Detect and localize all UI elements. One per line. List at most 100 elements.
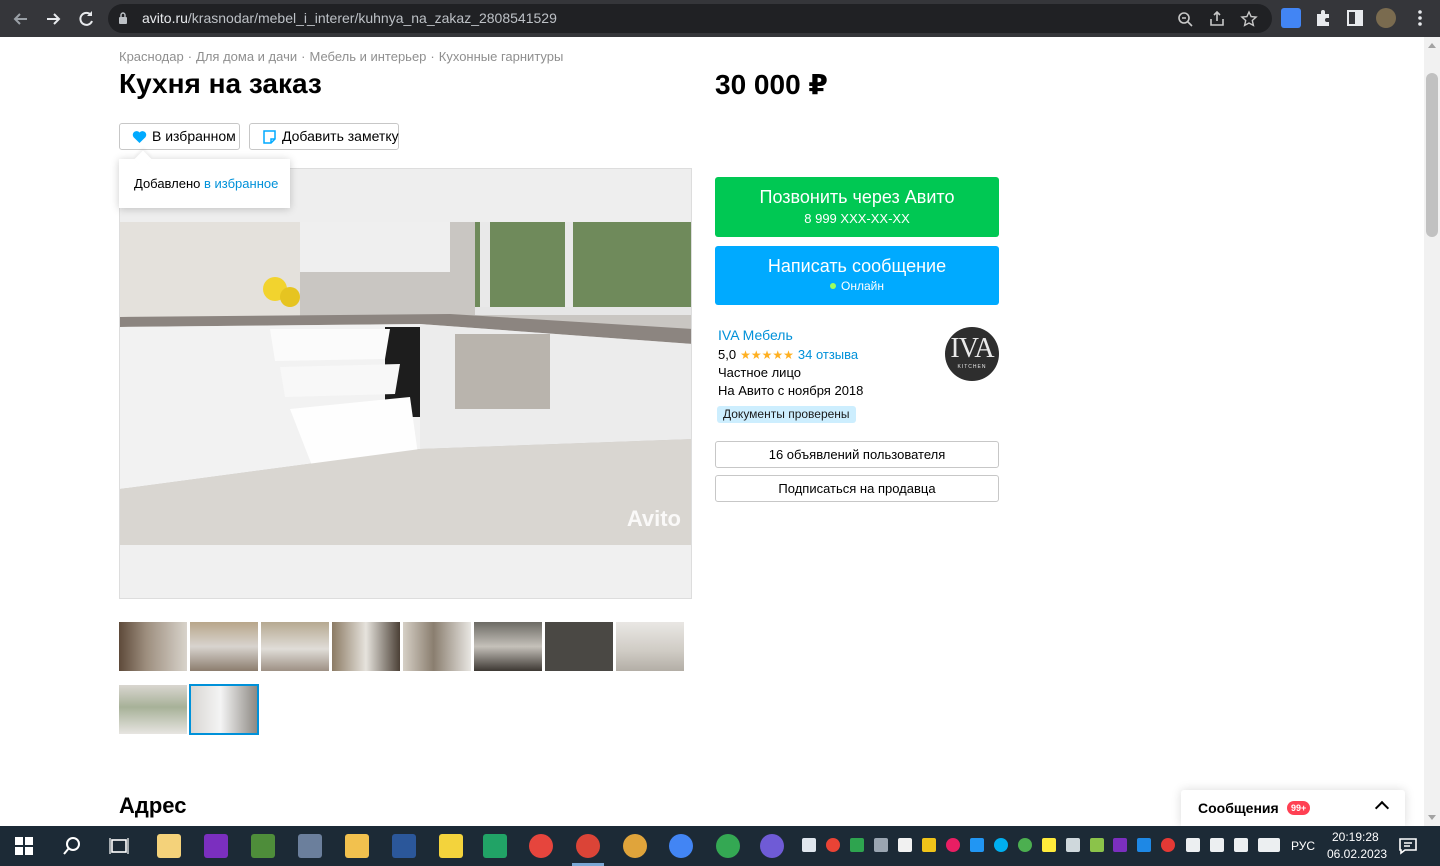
windows-start-icon[interactable] <box>12 834 36 858</box>
app-g-icon[interactable] <box>529 834 553 858</box>
rating-stars-icon: ★★★★★ <box>740 348 794 362</box>
avatar-logo-text: IVA <box>950 333 994 364</box>
seller-listings-button[interactable]: 16 объявлений пользователя <box>715 441 999 468</box>
task-view-icon[interactable] <box>107 834 131 858</box>
chrome-profile-icon[interactable] <box>623 834 647 858</box>
thumbnail[interactable] <box>190 622 258 671</box>
add-note-label: Добавить заметку <box>282 128 399 144</box>
side-panel-icon[interactable] <box>1345 8 1365 28</box>
address-heading: Адрес <box>119 793 187 818</box>
chevron-up-icon[interactable] <box>1374 800 1390 816</box>
monitor-tray-icon[interactable] <box>874 838 888 852</box>
seller-since: На Авито с ноября 2018 <box>718 383 864 398</box>
messenger-widget[interactable]: Сообщения 99+ <box>1181 790 1405 826</box>
message-button[interactable]: Написать сообщение Онлайн <box>715 246 999 305</box>
thumbnail[interactable] <box>616 622 684 671</box>
bookmark-star-icon[interactable] <box>1240 10 1258 28</box>
language-indicator[interactable]: РУС <box>1291 839 1315 853</box>
page-content: Краснодар · Для дома и дачи · Мебель и интер… <box>0 37 1424 826</box>
shield-tray-icon[interactable] <box>850 838 864 852</box>
profile-avatar[interactable] <box>1376 8 1396 28</box>
subscribe-seller-button[interactable]: Подписаться на продавца <box>715 475 999 502</box>
documents-verified-badge: Документы проверены <box>717 406 856 423</box>
main-photo[interactable]: Avito <box>119 168 692 599</box>
clock-date[interactable]: 06.02.2023 <box>1327 847 1387 861</box>
word-app-icon[interactable] <box>392 834 416 858</box>
scroll-up-arrow-icon[interactable] <box>1428 43 1436 48</box>
back-arrow-icon[interactable] <box>8 6 34 32</box>
puzzle-extensions-icon[interactable] <box>1313 8 1333 28</box>
app-tray-icon[interactable] <box>1161 838 1175 852</box>
note-icon <box>263 130 276 144</box>
thumbnail[interactable] <box>332 622 400 671</box>
reviews-link[interactable]: 34 отзыва <box>798 347 858 362</box>
scrollbar[interactable] <box>1424 37 1440 826</box>
favorite-label: В избранном <box>152 128 236 144</box>
chrome-tray-icon[interactable] <box>826 838 840 852</box>
breadcrumb-item[interactable]: Мебель и интерьер <box>309 49 426 64</box>
price: 30 000 ₽ <box>715 69 828 100</box>
notes-tray-icon[interactable] <box>922 838 936 852</box>
sheets-app-icon[interactable] <box>483 834 507 858</box>
forward-arrow-icon[interactable] <box>40 6 66 32</box>
thumbnail[interactable] <box>474 622 542 671</box>
sticky-tray-icon[interactable] <box>1042 838 1056 852</box>
translate-extension-icon[interactable] <box>1281 8 1301 28</box>
notifications-icon[interactable] <box>1396 834 1420 858</box>
online-dot-icon <box>830 283 837 289</box>
favorites-link[interactable]: в избранное <box>204 176 278 191</box>
thumbnail[interactable] <box>119 622 187 671</box>
seller-avatar[interactable]: IVA KITCHEN <box>945 327 999 381</box>
window-tray-icon[interactable] <box>1066 838 1080 852</box>
add-note-button[interactable]: Добавить заметку <box>249 123 399 150</box>
favorite-button[interactable]: В избранном <box>119 123 240 150</box>
scroll-thumb[interactable] <box>1426 73 1438 237</box>
address-bar[interactable]: avito.ru/krasnodar/mebel_i_interer/kuhny… <box>108 4 1272 33</box>
app-settings-icon[interactable] <box>760 834 784 858</box>
call-button[interactable]: Позвонить через Авито 8 999 XXX-XX-XX <box>715 177 999 237</box>
url-text: avito.ru/krasnodar/mebel_i_interer/kuhny… <box>142 10 557 26</box>
search-icon[interactable] <box>60 834 84 858</box>
seller-rating: 5,0 ★★★★★ 34 отзыва <box>718 347 858 362</box>
utility-app-icon[interactable] <box>298 834 322 858</box>
fx-tray-icon[interactable] <box>1137 838 1151 852</box>
file-explorer-icon[interactable] <box>345 834 369 858</box>
onenote-app-icon[interactable] <box>204 834 228 858</box>
seller-name[interactable]: IVA Мебель <box>718 327 793 343</box>
zoom-icon[interactable] <box>1176 10 1194 28</box>
app-tray-icon[interactable] <box>1018 838 1032 852</box>
onenote-tray-icon[interactable] <box>1113 838 1127 852</box>
sticky-notes-icon[interactable] <box>439 834 463 858</box>
battery-icon[interactable] <box>1186 838 1200 852</box>
breadcrumb-item[interactable]: Кухонные гарнитуры <box>439 49 564 64</box>
thumbnail[interactable] <box>261 622 329 671</box>
scroll-down-arrow-icon[interactable] <box>1428 815 1436 820</box>
breadcrumb-item[interactable]: Для дома и дачи <box>196 49 297 64</box>
skype-tray-icon[interactable] <box>994 838 1008 852</box>
thumbnail[interactable] <box>403 622 471 671</box>
chrome-profile-icon[interactable] <box>669 834 693 858</box>
screenshot-tray-icon[interactable] <box>970 838 984 852</box>
reload-icon[interactable] <box>73 6 99 32</box>
file-tray-icon[interactable] <box>898 838 912 852</box>
app-tray-icon[interactable] <box>946 838 960 852</box>
app-tray-icon[interactable] <box>1090 838 1104 852</box>
notepad-app-icon[interactable] <box>157 834 181 858</box>
page-title: Кухня на заказ <box>119 68 322 99</box>
chrome-icon[interactable] <box>576 834 600 858</box>
chart-app-icon[interactable] <box>251 834 275 858</box>
kebab-menu-icon[interactable] <box>1410 8 1430 28</box>
volume-icon[interactable] <box>1234 838 1248 852</box>
thumbnail-selected[interactable] <box>189 684 259 735</box>
online-status: Онлайн <box>841 279 884 293</box>
telegram-tray-icon[interactable] <box>802 838 816 852</box>
thumbnail[interactable] <box>119 685 187 734</box>
keyboard-icon[interactable] <box>1258 838 1280 852</box>
thumbnail[interactable] <box>545 622 613 671</box>
share-icon[interactable] <box>1208 10 1226 28</box>
wifi-icon[interactable] <box>1210 838 1224 852</box>
taskbar: РУС 20:19:28 06.02.2023 <box>0 826 1440 866</box>
clock-time[interactable]: 20:19:28 <box>1332 830 1379 844</box>
chrome-profile-icon[interactable] <box>716 834 740 858</box>
breadcrumb-item[interactable]: Краснодар <box>119 49 184 64</box>
